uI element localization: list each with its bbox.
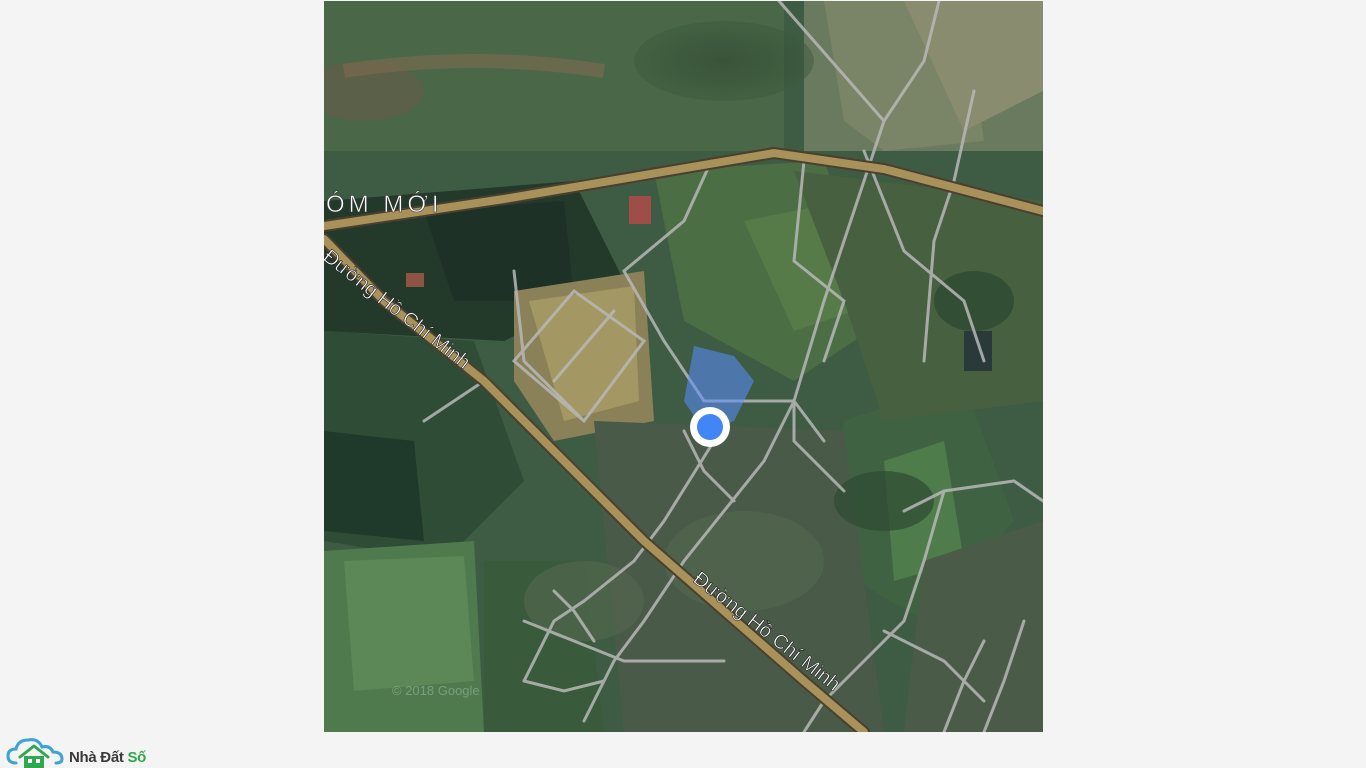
brand-logo[interactable]: Nhà Đất Số [6, 733, 146, 768]
house-cloud-icon [6, 738, 64, 768]
brand-name-accent: Số [127, 749, 147, 766]
brand-name: Nhà Đất Số [69, 749, 146, 766]
satellite-map[interactable]: ÓM MỚI Đường Hồ Chí Minh Đường Hồ Chí Mi… [324, 1, 1043, 732]
brand-name-main: Nhà Đất [69, 749, 128, 766]
current-location-marker[interactable] [690, 407, 730, 447]
map-copyright: © 2018 Google [392, 683, 480, 698]
area-label: ÓM MỚI [326, 191, 443, 218]
